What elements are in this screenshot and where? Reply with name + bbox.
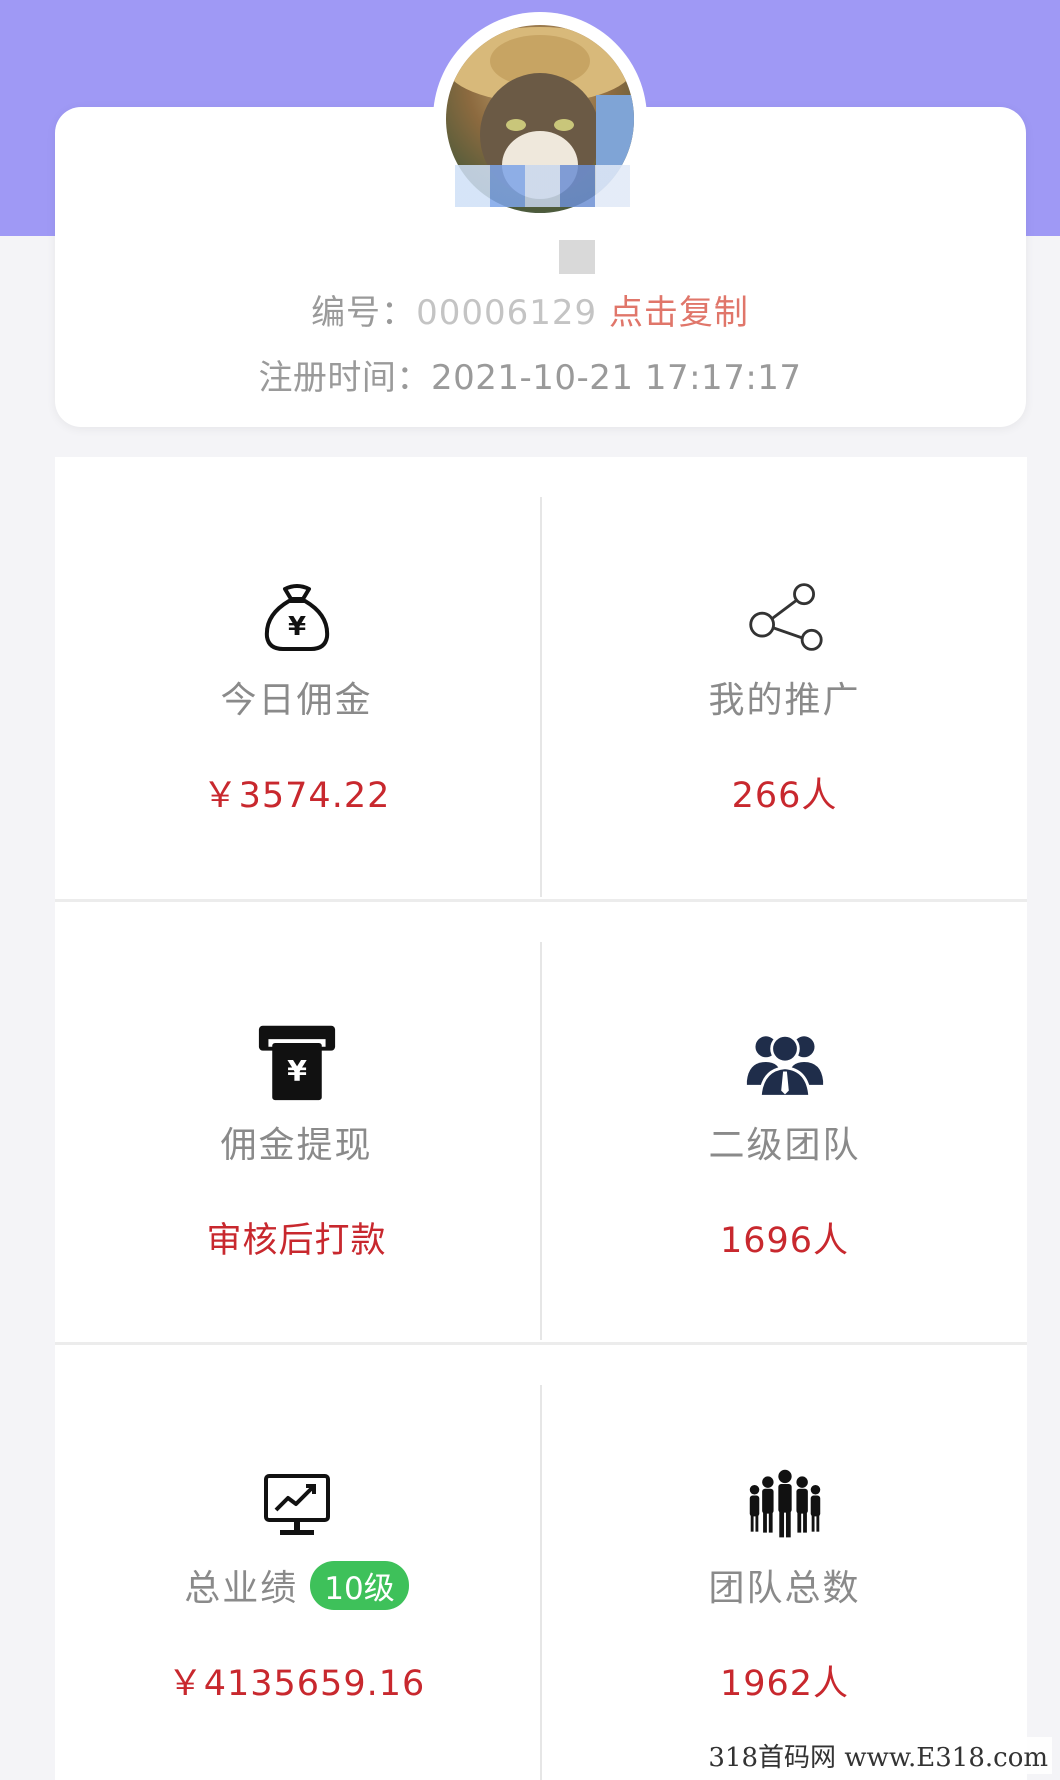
chart-monitor-icon xyxy=(257,1465,337,1545)
site-watermark: 318首码网 www.E318.com xyxy=(704,1737,1052,1774)
stat-value: 审核后打款 xyxy=(206,1221,387,1261)
share-icon xyxy=(745,577,825,657)
stat-label: 总业绩 10级 xyxy=(184,1559,409,1611)
stat-label: 佣金提现 xyxy=(220,1125,373,1166)
team-icon xyxy=(745,1022,825,1102)
stat-label: 我的推广 xyxy=(708,680,861,721)
stats-grid: ¥ 今日佣金 ￥3574.22 我的推广 266人 ¥ 佣金提现 审核后打款 二… xyxy=(55,457,1027,1780)
registration-time: 注册时间：2021-10-21 17:17:17 xyxy=(0,350,1060,399)
level-badge: 10级 xyxy=(310,1560,409,1610)
stat-my-promotion[interactable]: 我的推广 266人 xyxy=(543,457,1026,897)
copy-id-button[interactable]: 点击复制 xyxy=(609,293,749,333)
stat-second-level-team[interactable]: 二级团队 1696人 xyxy=(543,902,1026,1342)
privacy-mosaic xyxy=(455,165,630,207)
stat-label-text: 总业绩 xyxy=(184,1568,299,1609)
registration-value: 2021-10-21 17:17:17 xyxy=(430,358,802,398)
stat-label: 团队总数 xyxy=(708,1568,861,1609)
stat-commission-withdraw[interactable]: ¥ 佣金提现 审核后打款 xyxy=(55,902,538,1342)
divider xyxy=(540,497,542,897)
registration-label: 注册时间： xyxy=(258,358,431,398)
stat-total-performance[interactable]: 总业绩 10级 ￥4135659.16 xyxy=(55,1345,538,1780)
member-id-value: 00006129 xyxy=(416,293,598,333)
stat-value: ￥3574.22 xyxy=(202,776,391,816)
stat-label: 今日佣金 xyxy=(220,680,373,721)
stat-value: 1962人 xyxy=(719,1664,850,1704)
profile-page: 编号：00006129 点击复制 注册时间：2021-10-21 17:17:1… xyxy=(0,0,1060,1780)
stat-value: 1696人 xyxy=(719,1221,850,1261)
money-bag-icon: ¥ xyxy=(257,577,337,657)
stat-today-commission[interactable]: ¥ 今日佣金 ￥3574.22 xyxy=(55,457,538,897)
group-icon xyxy=(745,1465,825,1545)
username-mosaic xyxy=(559,240,595,274)
withdraw-icon: ¥ xyxy=(257,1022,337,1102)
stat-label: 二级团队 xyxy=(708,1125,861,1166)
stat-value: ￥4135659.16 xyxy=(167,1664,426,1704)
member-id-label: 编号： xyxy=(311,293,417,333)
stat-value: 266人 xyxy=(731,776,838,816)
stat-team-total[interactable]: 团队总数 1962人 xyxy=(543,1345,1026,1780)
member-id-line: 编号：00006129 点击复制 xyxy=(0,285,1060,334)
svg-text:¥: ¥ xyxy=(287,1054,307,1088)
svg-text:¥: ¥ xyxy=(287,612,305,642)
divider xyxy=(540,1385,542,1780)
divider xyxy=(540,942,542,1340)
